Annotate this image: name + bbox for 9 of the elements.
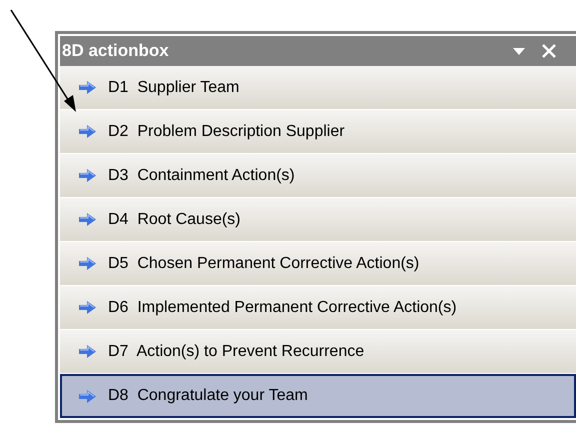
list-item[interactable]: D8 Congratulate your Team [60, 374, 576, 418]
list-item[interactable]: D6 Implemented Permanent Corrective Action(s) [60, 286, 576, 330]
list-item[interactable]: D1 Supplier Team [60, 66, 576, 110]
list-item[interactable]: D7 Action(s) to Prevent Recurrence [60, 330, 576, 374]
list-item[interactable]: D5 Chosen Permanent Corrective Action(s) [60, 242, 576, 286]
list-item[interactable]: D2 Problem Description Supplier [60, 110, 576, 154]
list-item[interactable]: D3 Containment Action(s) [60, 154, 576, 198]
panel-title: 8D actionbox [62, 40, 169, 62]
list-item[interactable]: D4 Root Cause(s) [60, 198, 576, 242]
